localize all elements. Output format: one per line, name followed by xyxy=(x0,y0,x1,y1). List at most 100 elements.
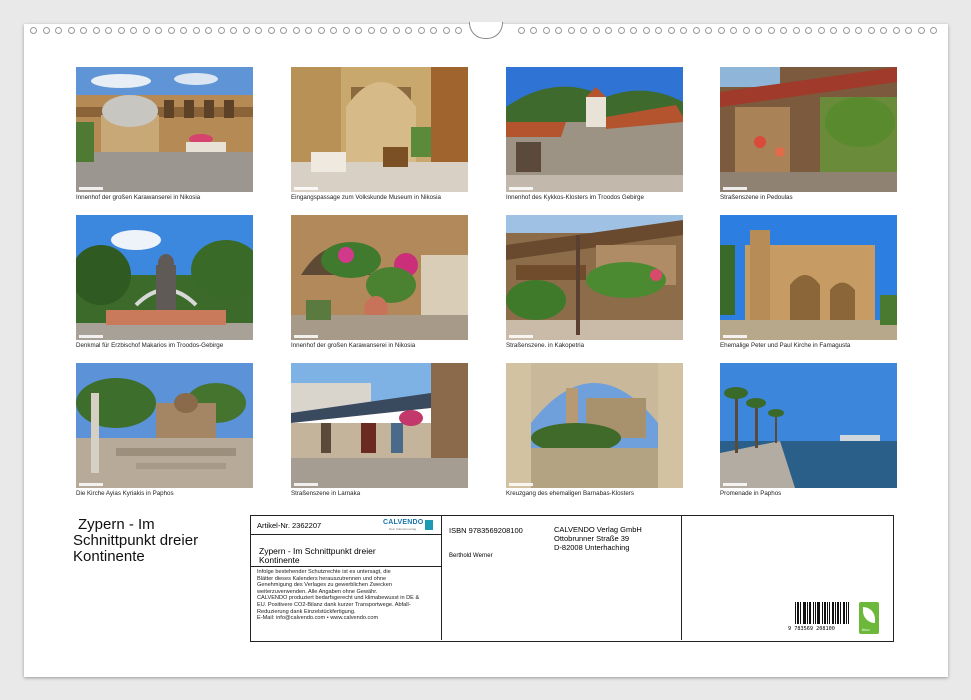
calendar-title-line: Schnittpunkt dreier xyxy=(73,532,199,549)
photo-kykkos-monastery xyxy=(506,67,683,192)
barcode-bar xyxy=(815,602,816,624)
photo-tile: Straßenszene in Larnaka xyxy=(291,363,468,497)
subtitle-row: Zypern - Im Schnittpunkt dreier Kontinen… xyxy=(251,535,441,567)
legal-line: CALVENDO produziert bedarfsgerecht und k… xyxy=(257,595,420,602)
binding-hole xyxy=(780,27,787,34)
binding-hole xyxy=(592,27,600,34)
photo-tile: Innenhof der großen Karawanserei in Niko… xyxy=(76,67,253,201)
binding-hole xyxy=(380,27,387,34)
barcode-bar xyxy=(798,602,799,624)
publisher-line: D-82008 Unterhaching xyxy=(554,543,630,552)
binding-hole xyxy=(55,27,62,34)
photo-credit-strip xyxy=(294,483,318,486)
binding-hole xyxy=(230,27,237,34)
photo-credit-strip xyxy=(723,335,747,338)
binding-hole xyxy=(755,27,762,34)
article-row: Artikel-Nr. 2362207 CALVENDO Dein Kalend… xyxy=(251,516,441,535)
photo-peter-paul-church xyxy=(720,215,897,340)
binding-hole xyxy=(255,27,262,34)
imprint-column-isbn: ISBN 9783569208100 Berthold Werner CALVE… xyxy=(441,516,682,640)
binding-hole xyxy=(242,27,250,34)
binding-hole xyxy=(542,27,550,34)
article-number: Artikel-Nr. 2362207 xyxy=(257,521,322,530)
binding-hole xyxy=(555,27,562,34)
calvendo-logo-mark-icon xyxy=(425,520,433,530)
leaf-icon xyxy=(863,607,875,623)
photo-larnaka-street xyxy=(291,363,468,488)
binding-hole xyxy=(105,27,112,34)
binding-hole xyxy=(655,27,662,34)
photo-barnabas-cloister xyxy=(506,363,683,488)
binding-hole xyxy=(680,27,687,34)
photo-caption: Straßenszene in Larnaka xyxy=(291,490,361,497)
binding-hole xyxy=(430,27,437,34)
binding-hole xyxy=(330,27,337,34)
calendar-title-line: Zypern - Im xyxy=(78,516,155,533)
photo-makarios-monument xyxy=(76,215,253,340)
legal-line: Genehmigung des Verlages zu gewerblichen… xyxy=(257,582,392,589)
binding-hole xyxy=(192,27,200,34)
photo-caption: Innenhof der großen Karawanserei in Niko… xyxy=(76,194,201,201)
photo-pedoulas-street xyxy=(720,67,897,192)
binding-hole xyxy=(130,27,137,34)
binding-hole xyxy=(767,27,775,34)
eco-badge: feco xyxy=(859,602,879,634)
binding-hole xyxy=(317,27,325,34)
photo-credit-strip xyxy=(723,483,747,486)
isbn: ISBN 9783569208100 xyxy=(449,526,523,535)
author-name: Berthold Werner xyxy=(449,553,493,559)
photo-credit-strip xyxy=(79,187,103,190)
binding-hole xyxy=(917,27,925,34)
photo-tile: Innenhof des Kykkos-Klosters im Troodos … xyxy=(506,67,683,201)
binding-hole xyxy=(405,27,412,34)
photo-paphos-promenade xyxy=(720,363,897,488)
binding-hole xyxy=(630,27,637,34)
binding-hole xyxy=(667,27,675,34)
barcode-bar xyxy=(846,602,847,624)
binding-hole xyxy=(617,27,625,34)
barcode-bar xyxy=(837,602,838,624)
barcode-bar xyxy=(829,602,830,624)
photo-caption: Promenade in Paphos xyxy=(720,490,782,497)
barcode-bar xyxy=(844,602,845,624)
photo-tile: Straßenszene. in Kakopetria xyxy=(506,215,683,349)
photo-tile: Kreuzgang des ehemaligen Barnabas-Kloste… xyxy=(506,363,683,497)
photo-tile: Straßenszene in Pedoulas xyxy=(720,67,897,201)
photo-caption: Die Kirche Ayias Kyriakis in Paphos xyxy=(76,490,174,497)
binding-hole xyxy=(367,27,375,34)
photo-tile: Denkmal für Erzbischof Makarios im Trood… xyxy=(76,215,253,349)
photo-caravanserai-courtyard xyxy=(76,67,253,192)
barcode-bar xyxy=(840,602,841,624)
binding-hole xyxy=(605,27,612,34)
binding-hole xyxy=(830,27,837,34)
barcode-bar xyxy=(827,602,828,624)
photo-caption: Straßenszene in Pedoulas xyxy=(720,194,793,201)
binding-hole xyxy=(180,27,187,34)
binding-hole xyxy=(205,27,212,34)
photo-credit-strip xyxy=(723,187,747,190)
barcode-bar xyxy=(804,602,805,624)
imprint-column-barcode: 9 783569 208100 feco xyxy=(681,516,893,640)
barcode-number: 9 783569 208100 xyxy=(788,626,835,632)
imprint-column-article: Artikel-Nr. 2362207 CALVENDO Dein Kalend… xyxy=(251,516,442,640)
photo-caption: Denkmal für Erzbischof Makarios im Trood… xyxy=(76,342,224,349)
photo-tile: Eingangspassage zum Volkskunde Museum in… xyxy=(291,67,468,201)
binding-hole xyxy=(117,27,125,34)
binding-hole xyxy=(305,27,312,34)
binding-hole xyxy=(817,27,825,34)
binding-hole xyxy=(292,27,300,34)
barcode-bar xyxy=(848,602,849,624)
calendar-title-line: Kontinente xyxy=(73,548,145,565)
binding-hole xyxy=(867,27,875,34)
legal-notice: Infolge bestehender Schutzrechte ist es … xyxy=(257,569,437,622)
barcode-bar xyxy=(838,602,839,624)
barcode-bar xyxy=(832,602,833,624)
publisher-address: CALVENDO Verlag GmbH Ottobrunner Straße … xyxy=(554,525,642,552)
binding-hole xyxy=(705,27,712,34)
photo-tile: Innenhof der großen Karawanserei in Niko… xyxy=(291,215,468,349)
barcode-bar xyxy=(817,602,818,624)
legal-line: weiterzuverwenden. Alle Angaben ohne Gew… xyxy=(257,588,378,595)
binding-hole xyxy=(155,27,162,34)
binding-hole xyxy=(92,27,100,34)
photo-credit-strip xyxy=(294,187,318,190)
